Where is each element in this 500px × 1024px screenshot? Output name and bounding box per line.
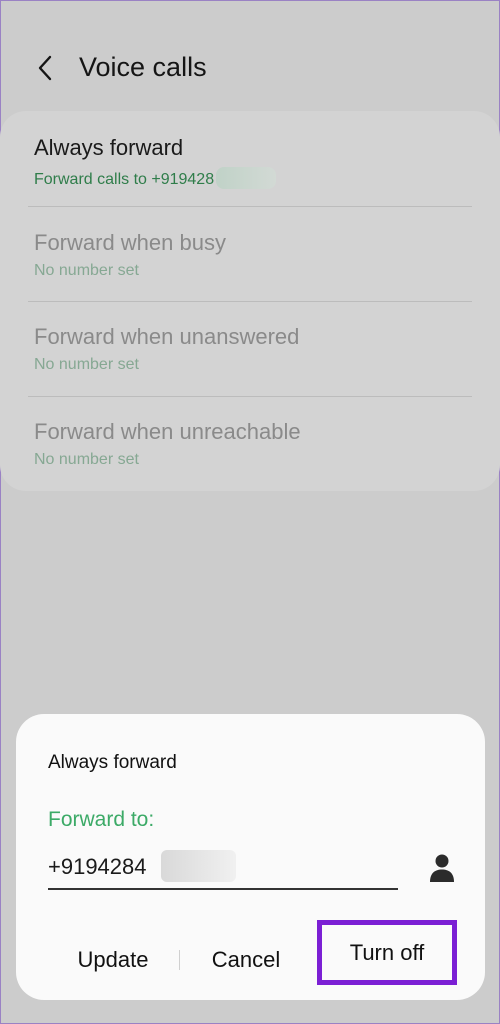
chevron-left-icon <box>38 55 52 81</box>
input-underline <box>48 888 398 890</box>
turn-off-button[interactable]: Turn off <box>317 920 457 985</box>
person-icon <box>430 854 454 882</box>
item-title: Always forward <box>34 135 184 160</box>
item-title: Forward when busy <box>34 230 226 255</box>
item-title: Forward when unanswered <box>34 324 300 349</box>
forward-number-input[interactable]: +9194284 <box>48 854 147 880</box>
item-subtitle: No number set <box>34 451 139 468</box>
list-item-forward-when-unanswered[interactable]: Forward when unanswered No number set <box>28 300 472 395</box>
cancel-button[interactable]: Cancel <box>194 934 298 986</box>
app-header: Voice calls <box>0 40 500 98</box>
forward-to-label: Forward to: <box>48 808 155 831</box>
list-item-forward-when-busy[interactable]: Forward when busy No number set <box>28 206 472 301</box>
redacted-number <box>216 167 277 189</box>
item-subtitle: No number set <box>34 262 139 279</box>
forward-dialog: Always forward Forward to: +9194284 Upda… <box>16 714 485 1000</box>
back-button[interactable] <box>28 50 62 86</box>
forward-options-card: Always forward Forward calls to +919428 … <box>0 111 500 491</box>
list-item-forward-when-unreachable[interactable]: Forward when unreachable No number set <box>28 395 472 490</box>
dialog-title: Always forward <box>48 752 177 773</box>
button-separator <box>179 950 180 970</box>
redacted-number <box>161 850 236 882</box>
item-subtitle: No number set <box>34 356 139 373</box>
page-title: Voice calls <box>79 52 207 82</box>
update-button[interactable]: Update <box>58 934 168 986</box>
item-title: Forward when unreachable <box>34 419 301 444</box>
contact-picker-button[interactable] <box>424 850 460 886</box>
list-item-always-forward[interactable]: Always forward Forward calls to +919428 <box>28 111 472 206</box>
item-subtitle: Forward calls to +919428 <box>34 167 277 189</box>
